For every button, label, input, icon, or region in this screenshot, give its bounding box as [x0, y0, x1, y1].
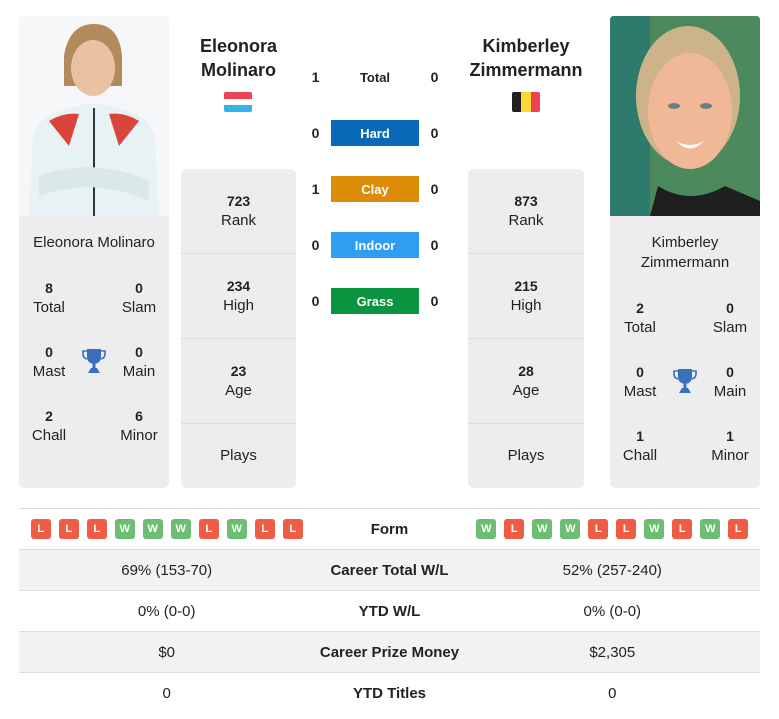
h2h-row-clay: 1 Clay 0 [300, 176, 450, 202]
form-win-badge: W [644, 519, 665, 539]
h2h-row-grass: 0 Grass 0 [300, 288, 450, 314]
player2-form: WLWWLLWLWL [464, 508, 760, 550]
player2-stats: 873 Rank 215 High 28 Age Plays [468, 169, 584, 488]
form-loss-badge: L [728, 519, 749, 539]
h2h-p2-clay: 0 [430, 181, 439, 197]
trophy-icon [673, 369, 697, 393]
player2-ytd-titles: 0 [464, 672, 760, 714]
form-row: LLLWWWLWLL Form WLWWLLWLWL [19, 508, 760, 550]
player2-career-wl: 52% (257-240) [464, 549, 760, 591]
player1-titles-card: Eleonora Molinaro 8 Total 0 Slam 0 Mast 0 Ma… [19, 216, 169, 488]
player1-photo [19, 16, 169, 216]
player2-titles-slam: 0 Slam [712, 300, 748, 336]
h2h-row-indoor: 0 Indoor 0 [300, 232, 450, 258]
form-loss-badge: L [86, 519, 107, 539]
trophy-icon [82, 349, 106, 373]
h2h-row-hard: 0 Hard 0 [300, 120, 450, 146]
player2-titles-minor: 1 Minor [711, 428, 749, 464]
form-loss-badge: L [30, 519, 51, 539]
form-loss-badge: L [198, 519, 219, 539]
player1-high: 234 High [181, 254, 296, 339]
player1-titles-chall: 2 Chall [31, 408, 67, 444]
player1-titles-mast: 0 Mast [32, 344, 66, 380]
form-loss-badge: L [616, 519, 637, 539]
player2-plays: Plays [507, 447, 545, 464]
h2h-p1-hard: 0 [311, 125, 320, 141]
player2-photo [610, 16, 760, 216]
form-win-badge: W [700, 519, 721, 539]
h2h-p2-total: 0 [430, 69, 439, 85]
player2-titles-total: 2 Total [624, 300, 656, 336]
h2h-p1-indoor: 0 [311, 237, 320, 253]
h2h-p1-total: 1 [311, 69, 320, 85]
player1-plays: Plays [220, 447, 257, 464]
player2-high: 215 High [468, 254, 584, 339]
form-loss-badge: L [254, 519, 275, 539]
player2-name[interactable]: Kimberley Zimmermann [466, 34, 586, 82]
form-loss-badge: L [672, 519, 693, 539]
form-loss-badge: L [504, 519, 525, 539]
comparison-table: LLLWWWLWLL Form WLWWLLWLWL 69% (153-70) … [19, 508, 760, 714]
player1-form: LLLWWWLWLL [19, 508, 315, 550]
form-loss-badge: L [282, 519, 303, 539]
form-win-badge: W [560, 519, 581, 539]
career-wl-label: Career Total W/L [314, 549, 465, 591]
player2-card-name: Kimberley Zimmermann [640, 234, 730, 271]
player2-age: 28 Age [468, 339, 584, 424]
surface-indoor-button[interactable]: Indoor [331, 232, 419, 258]
h2h-p1-grass: 0 [311, 293, 320, 309]
player1-prize-money: $0 [19, 631, 315, 673]
player2-ytd-wl: 0% (0-0) [464, 590, 760, 632]
prize-money-label: Career Prize Money [314, 631, 465, 673]
player1-titles-slam: 0 Slam [121, 280, 157, 316]
player1-age: 23 Age [181, 339, 296, 424]
form-win-badge: W [170, 519, 191, 539]
player1-card-name: Eleonora Molinaro [33, 234, 155, 251]
player1-titles-main: 0 Main [122, 344, 156, 380]
player2-titles-main: 0 Main [713, 364, 747, 400]
table-row: $0 Career Prize Money $2,305 [19, 631, 760, 673]
form-win-badge: W [114, 519, 135, 539]
player1-ytd-wl: 0% (0-0) [19, 590, 315, 632]
h2h-p2-grass: 0 [430, 293, 439, 309]
surface-hard-button[interactable]: Hard [331, 120, 419, 146]
player1-rank: 723 Rank [181, 169, 296, 254]
table-row: 69% (153-70) Career Total W/L 52% (257-2… [19, 549, 760, 591]
player2-rank: 873 Rank [468, 169, 584, 254]
player1-name[interactable]: Eleonora Molinaro [182, 34, 295, 82]
player1-career-wl: 69% (153-70) [19, 549, 315, 591]
h2h-row-total: 1 Total 0 [300, 64, 450, 90]
h2h-p2-hard: 0 [430, 125, 439, 141]
form-win-badge: W [226, 519, 247, 539]
table-row: 0% (0-0) YTD W/L 0% (0-0) [19, 590, 760, 632]
player2-titles-chall: 1 Chall [622, 428, 658, 464]
h2h-p2-indoor: 0 [430, 237, 439, 253]
form-loss-badge: L [588, 519, 609, 539]
h2h-p1-clay: 1 [311, 181, 320, 197]
form-win-badge: W [142, 519, 163, 539]
surface-clay-button[interactable]: Clay [331, 176, 419, 202]
form-win-badge: W [476, 519, 497, 539]
form-loss-badge: L [58, 519, 79, 539]
player2-titles-mast: 0 Mast [623, 364, 657, 400]
surface-grass-button[interactable]: Grass [331, 288, 419, 314]
table-row: 0 YTD Titles 0 [19, 672, 760, 714]
player1-stats: 723 Rank 234 High 23 Age Plays [181, 169, 296, 488]
ytd-wl-label: YTD W/L [314, 590, 465, 632]
h2h-label-total: Total [359, 69, 391, 85]
player2-prize-money: $2,305 [464, 631, 760, 673]
player1-titles-minor: 6 Minor [120, 408, 158, 444]
form-label: Form [314, 508, 465, 550]
form-win-badge: W [532, 519, 553, 539]
belgium-flag-icon [512, 92, 540, 112]
ytd-titles-label: YTD Titles [314, 672, 465, 714]
player1-ytd-titles: 0 [19, 672, 315, 714]
player2-titles-card: Kimberley Zimmermann 2 Total 0 Slam 0 Mast … [610, 216, 760, 488]
luxembourg-flag-icon [224, 92, 252, 112]
player1-titles-total: 8 Total [33, 280, 65, 316]
